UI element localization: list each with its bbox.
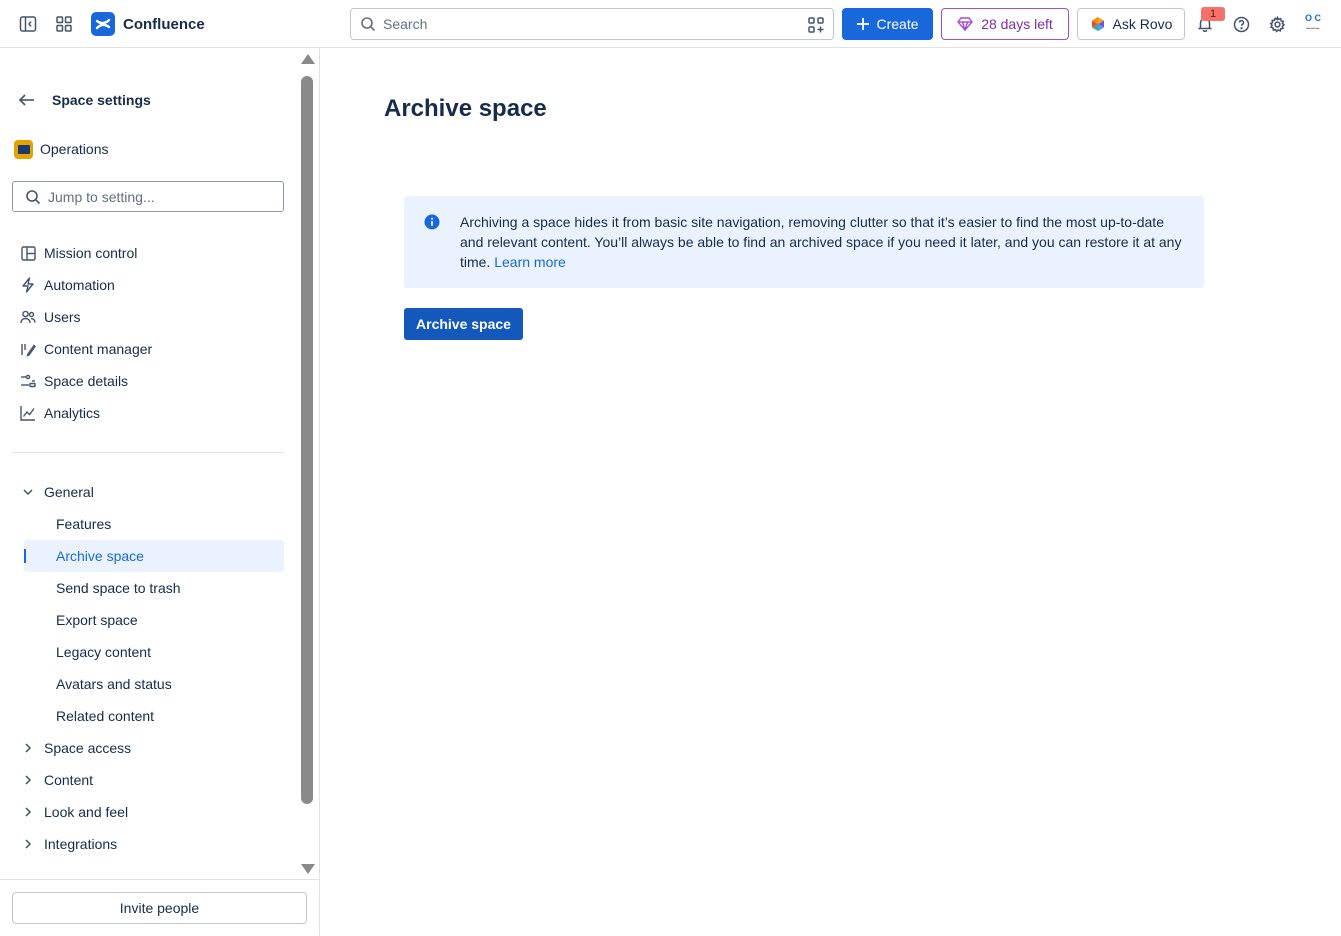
sidebar-item-users[interactable]: Users: [12, 301, 284, 333]
people-icon: [20, 309, 36, 325]
layout-icon: [20, 245, 36, 261]
ask-rovo-button[interactable]: Ask Rovo: [1077, 8, 1185, 40]
chevron-right-icon: [20, 772, 36, 788]
sidebar-item-label: Automation: [44, 277, 115, 293]
sidebar-item-label: Export space: [56, 612, 138, 628]
sidebar-item-avatars-and-status[interactable]: Avatars and status: [24, 668, 284, 700]
sidebar-section-label: Look and feel: [44, 804, 129, 820]
gear-icon[interactable]: [1265, 12, 1289, 36]
app-name: Confluence: [123, 15, 205, 33]
create-label: Create: [876, 16, 919, 32]
chevron-right-icon: [20, 836, 36, 852]
info-text: Archiving a space hides it from basic si…: [460, 214, 1182, 270]
trial-label: 28 days left: [981, 16, 1053, 32]
space-name: Operations: [40, 141, 109, 157]
sidebar-section-general[interactable]: General: [12, 476, 284, 508]
chevron-right-icon: [20, 740, 36, 756]
sidebar-item-related-content[interactable]: Related content: [24, 700, 284, 732]
invite-footer: Invite people: [0, 879, 319, 936]
info-icon: [424, 214, 440, 230]
create-button[interactable]: Create: [842, 8, 933, 40]
space-link[interactable]: Operations: [14, 139, 108, 159]
learn-more-link[interactable]: Learn more: [494, 254, 566, 270]
sidebar-section-label: Space access: [44, 740, 132, 756]
sidebar-item-label: Space details: [44, 373, 129, 389]
archive-space-button[interactable]: Archive space: [404, 308, 523, 340]
sidebar-item-label: Legacy content: [56, 644, 151, 660]
sidebar-item-legacy-content[interactable]: Legacy content: [24, 636, 284, 668]
diamond-icon: [957, 17, 974, 31]
chevron-right-icon: [20, 804, 36, 820]
sidebar-toggle-icon[interactable]: [16, 12, 40, 36]
avatar-initials: O C: [1304, 13, 1321, 23]
sidebar-item-label: Mission control: [44, 245, 138, 261]
confluence-logo-icon: [91, 12, 115, 36]
sidebar-item-export-space[interactable]: Export space: [24, 604, 284, 636]
sliders-icon: [20, 373, 36, 389]
sidebar-title: Space settings: [52, 92, 151, 108]
sidebar-divider: [12, 452, 284, 453]
jump-to-setting-field[interactable]: [12, 181, 284, 212]
main-content: Archive space Archiving a space hides it…: [320, 48, 1341, 936]
scroll-down-arrow[interactable]: [301, 864, 315, 874]
info-message: Archiving a space hides it from basic si…: [460, 212, 1186, 272]
sidebar-item-features[interactable]: Features: [24, 508, 284, 540]
search-icon: [361, 17, 376, 32]
lightning-icon: [20, 277, 36, 293]
jump-to-setting-input[interactable]: [48, 188, 268, 205]
sidebar-item-mission-control[interactable]: Mission control: [12, 237, 284, 269]
notification-badge: 1: [1201, 7, 1225, 21]
sidebar-item-label: Users: [44, 309, 81, 325]
app-switcher-icon[interactable]: [52, 12, 76, 36]
sidebar-item-label: Features: [56, 516, 112, 532]
help-icon[interactable]: [1229, 12, 1253, 36]
sidebar-item-label: Send space to trash: [56, 580, 181, 596]
search-input[interactable]: [383, 16, 783, 32]
trial-button[interactable]: 28 days left: [941, 8, 1069, 40]
sidebar-item-content-manager[interactable]: Content manager: [12, 333, 284, 365]
sidebar-section-label: Content: [44, 772, 94, 788]
invite-people-button[interactable]: Invite people: [12, 892, 307, 924]
sidebar-section-look-and-feel[interactable]: Look and feel: [12, 796, 284, 828]
sidebar-section-content[interactable]: Content: [12, 764, 284, 796]
rovo-label: Ask Rovo: [1112, 16, 1173, 32]
confluence-logo[interactable]: Confluence: [91, 12, 205, 36]
scroll-up-arrow[interactable]: [301, 54, 315, 64]
arrow-left-icon: [18, 94, 34, 106]
sidebar-section-space-access[interactable]: Space access: [12, 732, 284, 764]
search-icon: [26, 189, 41, 204]
search-bar[interactable]: [350, 8, 834, 40]
qr-icon[interactable]: [807, 16, 825, 34]
page-title: Archive space: [384, 95, 547, 122]
sidebar-item-send-space-to-trash[interactable]: Send space to trash: [24, 572, 284, 604]
sidebar-section-label: Integrations: [44, 836, 118, 852]
sidebar-item-label: Avatars and status: [56, 676, 172, 692]
sidebar-item-archive-space[interactable]: Archive space: [24, 540, 284, 572]
plus-icon: [857, 18, 870, 30]
sidebar-section-integrations[interactable]: Integrations: [12, 828, 284, 860]
sidebar: Space settings Operations Mission contro…: [0, 48, 320, 936]
top-navigation-bar: Confluence Create 28 days left Ask Rovo …: [0, 0, 1341, 48]
sidebar-item-space-details[interactable]: Space details: [12, 365, 284, 397]
chart-icon: [20, 405, 36, 421]
scroll-thumb[interactable]: [301, 76, 313, 804]
space-avatar-icon: [14, 139, 33, 159]
sidebar-item-analytics[interactable]: Analytics: [12, 397, 284, 429]
sidebar-item-automation[interactable]: Automation: [12, 269, 284, 301]
sidebar-section-label: General: [44, 484, 94, 500]
sidebar-scrollbar[interactable]: [299, 54, 315, 876]
avatar[interactable]: O C ▬▬▬: [1301, 14, 1325, 34]
back-to-space-button[interactable]: Space settings: [16, 88, 151, 112]
rovo-icon: [1091, 17, 1104, 31]
info-panel: Archiving a space hides it from basic si…: [404, 196, 1204, 288]
sidebar-item-label: Archive space: [56, 548, 144, 564]
edit-icon: [20, 341, 36, 357]
sidebar-item-label: Related content: [56, 708, 155, 724]
chevron-down-icon: [20, 484, 36, 500]
sidebar-item-label: Analytics: [44, 405, 101, 421]
sidebar-item-label: Content manager: [44, 341, 153, 357]
